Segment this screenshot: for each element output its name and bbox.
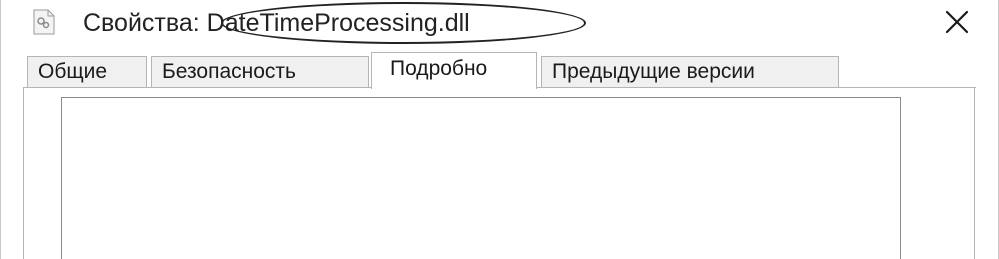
properties-window: Свойства: DateTimeProcessing.dll Общие Б… bbox=[0, 0, 999, 259]
tab-previous-versions-label: Предыдущие версии bbox=[552, 60, 755, 83]
tab-strip: Общие Безопасность Подробно Предыдущие в… bbox=[1, 52, 998, 89]
tab-general[interactable]: Общие bbox=[27, 56, 147, 87]
window-title: Свойства: DateTimeProcessing.dll bbox=[83, 8, 470, 38]
tab-general-label: Общие bbox=[38, 60, 108, 83]
tab-previous-versions[interactable]: Предыдущие версии bbox=[541, 56, 839, 87]
dll-file-icon bbox=[33, 9, 55, 35]
close-button[interactable] bbox=[937, 6, 977, 42]
window-title-filename: DateTimeProcessing.dll bbox=[206, 9, 470, 37]
title-bar: Свойства: DateTimeProcessing.dll bbox=[1, 0, 998, 46]
tab-security-label: Безопасность bbox=[162, 60, 296, 83]
details-list[interactable] bbox=[61, 97, 901, 259]
tab-details-label: Подробно bbox=[390, 57, 488, 80]
window-title-prefix: Свойства: bbox=[83, 9, 207, 37]
tab-security[interactable]: Безопасность bbox=[151, 56, 369, 87]
tab-details[interactable]: Подробно bbox=[371, 52, 537, 89]
close-icon bbox=[944, 9, 970, 40]
